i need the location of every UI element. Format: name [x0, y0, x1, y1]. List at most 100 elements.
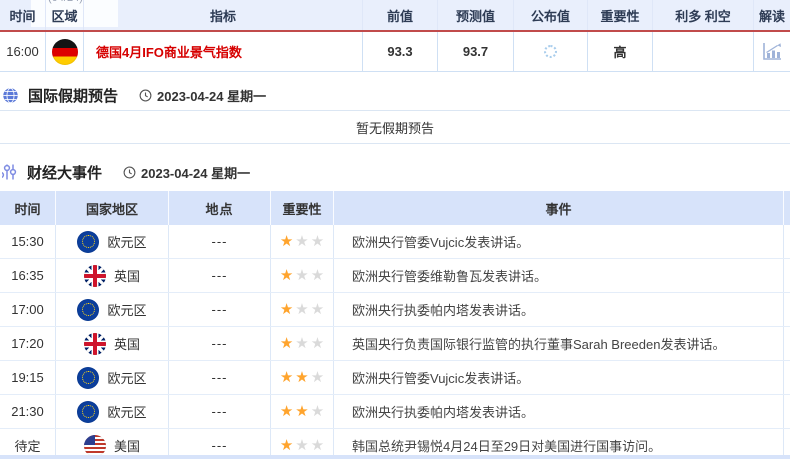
event-time: 17:20: [0, 327, 55, 360]
event-row[interactable]: 19:15 欧元区 --- 欧洲央行管委Vujcic发表讲话。: [0, 361, 790, 395]
clock-icon: [139, 89, 152, 102]
event-country: 欧元区: [55, 225, 168, 258]
event-time: 21:30: [0, 395, 55, 428]
indicator-name-link[interactable]: 德国4月IFO商业景气指数: [96, 42, 242, 61]
star-icon: [295, 336, 308, 351]
chart-interpret-icon[interactable]: [762, 42, 782, 61]
column-header-importance: 重要性: [587, 0, 652, 30]
events-section-title-row: 财经大事件 2023-04-24 星期一: [0, 163, 790, 181]
holiday-empty-box: 暂无假期预告: [0, 110, 790, 144]
event-time: 19:15: [0, 361, 55, 394]
event-description: 欧洲央行管委Vujcic发表讲话。: [333, 225, 783, 258]
column-header-country: 国家地区: [55, 191, 168, 225]
event-location: ---: [168, 395, 270, 428]
column-header-indicator: 指标: [83, 0, 362, 30]
event-country: 英国: [55, 259, 168, 292]
event-location: ---: [168, 293, 270, 326]
events-section-title: 财经大事件: [27, 162, 102, 183]
importance-stars: [270, 225, 333, 258]
column-filler: [783, 191, 790, 225]
event-time: 16:35: [0, 259, 55, 292]
importance-stars: [270, 293, 333, 326]
holiday-date-wrap: 2023-04-24 星期一: [139, 86, 266, 105]
indicator-table: (04/24) 时间 区域 指标 前值 预测值 公布值 重要性 利多 利空 解读…: [0, 0, 790, 72]
indicator-interpret-cell: [753, 32, 790, 71]
indicator-table-header: 时间 区域 指标 前值 预测值 公布值 重要性 利多 利空 解读: [0, 0, 790, 30]
event-row[interactable]: 17:00 欧元区 --- 欧洲央行执委帕内塔发表讲话。: [0, 293, 790, 327]
star-icon: [311, 438, 324, 453]
column-header-location: 地点: [168, 191, 270, 225]
event-row[interactable]: 17:20 英国 --- 英国央行负责国际银行监管的执行董事Sarah Bree…: [0, 327, 790, 361]
star-icon: [311, 234, 324, 249]
country-flag-icon: [77, 231, 99, 253]
holiday-section-title-row: 国际假期预告 2023-04-24 星期一: [0, 86, 790, 104]
star-icon: [295, 234, 308, 249]
country-name: 英国: [114, 334, 140, 353]
star-icon: [311, 268, 324, 283]
event-description: 欧洲央行执委帕内塔发表讲话。: [333, 395, 783, 428]
importance-stars: [270, 361, 333, 394]
event-country: 英国: [55, 327, 168, 360]
globe-icon: [2, 87, 19, 104]
column-filler: [783, 395, 790, 428]
event-location: ---: [168, 259, 270, 292]
star-icon: [295, 404, 308, 419]
column-header-time: 时间: [0, 0, 45, 30]
country-name: 欧元区: [107, 402, 146, 421]
country-flag-icon: [77, 367, 99, 389]
country-name: 美国: [114, 436, 140, 455]
germany-flag-icon: [52, 39, 78, 65]
indicator-row[interactable]: 16:00 德国4月IFO商业景气指数 93.3 93.7 高: [0, 32, 790, 72]
column-filler: [783, 259, 790, 292]
clock-icon: [123, 166, 136, 179]
indicator-previous-value: 93.3: [362, 32, 437, 71]
events-table-header: 时间 国家地区 地点 重要性 事件: [0, 191, 790, 225]
event-description: 欧洲央行执委帕内塔发表讲话。: [333, 293, 783, 326]
column-header-region: 区域: [45, 0, 83, 30]
country-flag-icon: [84, 265, 106, 287]
star-icon: [311, 370, 324, 385]
holiday-empty-text: 暂无假期预告: [356, 118, 434, 137]
indicator-region: [45, 32, 83, 71]
star-icon: [280, 336, 293, 351]
star-icon: [280, 438, 293, 453]
event-row[interactable]: 21:30 欧元区 --- 欧洲央行执委帕内塔发表讲话。: [0, 395, 790, 429]
indicator-importance: 高: [587, 32, 652, 71]
event-location: ---: [168, 327, 270, 360]
star-icon: [280, 302, 293, 317]
event-row[interactable]: 15:30 欧元区 --- 欧洲央行管委Vujcic发表讲话。: [0, 225, 790, 259]
country-name: 英国: [114, 266, 140, 285]
column-header-interpret: 解读: [753, 0, 790, 30]
indicator-forecast-value: 93.7: [437, 32, 513, 71]
country-name: 欧元区: [107, 232, 146, 251]
event-description: 欧洲央行管委维勒鲁瓦发表讲话。: [333, 259, 783, 292]
event-time: 17:00: [0, 293, 55, 326]
column-header-event: 事件: [333, 191, 783, 225]
country-flag-icon: [84, 435, 106, 457]
column-filler: [783, 327, 790, 360]
column-filler: [783, 361, 790, 394]
star-icon: [311, 302, 324, 317]
indicator-published-cell: [513, 32, 587, 71]
column-filler: [783, 293, 790, 326]
event-description: 欧洲央行管委Vujcic发表讲话。: [333, 361, 783, 394]
star-icon: [280, 370, 293, 385]
event-location: ---: [168, 225, 270, 258]
loading-spinner-icon: [544, 45, 557, 58]
next-table-header-strip: [0, 455, 790, 459]
indicator-bull-bear-cell: [652, 32, 753, 71]
event-row[interactable]: 16:35 英国 --- 欧洲央行管委维勒鲁瓦发表讲话。: [0, 259, 790, 293]
event-country: 欧元区: [55, 293, 168, 326]
column-header-previous: 前值: [362, 0, 437, 30]
column-header-time: 时间: [0, 191, 55, 225]
country-flag-icon: [77, 299, 99, 321]
star-icon: [295, 268, 308, 283]
event-time: 15:30: [0, 225, 55, 258]
country-flag-icon: [84, 333, 106, 355]
holiday-section: 国际假期预告 2023-04-24 星期一 暂无假期预告: [0, 86, 790, 144]
events-section: 财经大事件 2023-04-24 星期一 时间 国家地区 地点 重要性 事件 1…: [0, 163, 790, 459]
events-date-wrap: 2023-04-24 星期一: [123, 163, 250, 182]
importance-stars: [270, 395, 333, 428]
event-description: 英国央行负责国际银行监管的执行董事Sarah Breeden发表讲话。: [333, 327, 783, 360]
event-country: 欧元区: [55, 361, 168, 394]
